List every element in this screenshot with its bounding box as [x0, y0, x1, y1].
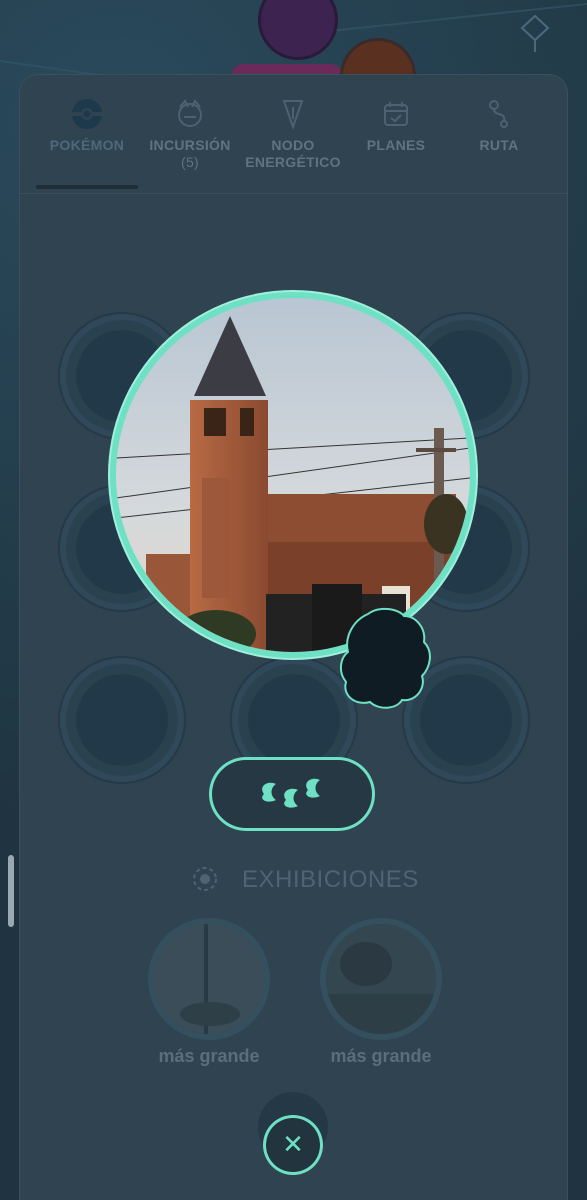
showcase-label: más grande	[158, 1046, 260, 1066]
exhibitions-heading: EXHIBICIONES	[190, 862, 420, 896]
showcase-photo	[154, 924, 264, 1034]
tab-bar: POKÉMON INCURSIÓN (5) NODO ENERGÉTICO PL…	[20, 75, 567, 194]
nearby-stop[interactable]	[66, 664, 178, 776]
showcase-item[interactable]	[326, 924, 436, 1034]
exhibitions-title: EXHIBICIONES	[242, 866, 419, 893]
church-photo	[116, 298, 470, 652]
footprints-icon	[262, 778, 320, 808]
steps-to-egg-button[interactable]	[212, 760, 372, 828]
route-icon	[489, 100, 508, 128]
tab-nodo-energetico[interactable]: NODO ENERGÉTICO	[238, 97, 348, 171]
tab-label: RUTA	[479, 137, 519, 153]
pokemon-silhouette	[340, 608, 431, 709]
tab-label: PLANES	[366, 137, 426, 153]
power-spot-icon	[282, 100, 304, 131]
tab-label: NODO	[271, 137, 315, 153]
pokeball-icon	[72, 99, 102, 129]
close-button[interactable]: ✕	[266, 1118, 320, 1172]
tab-sublabel: (5)	[180, 154, 199, 170]
tab-pokemon[interactable]: POKÉMON	[32, 97, 142, 154]
showcase-icon	[193, 867, 217, 891]
showcase-item[interactable]	[154, 924, 264, 1034]
tab-label: POKÉMON	[49, 137, 125, 153]
showcase-photo	[326, 924, 436, 1034]
scroll-handle[interactable]	[8, 855, 14, 927]
tab-sublabel: ENERGÉTICO	[245, 154, 341, 170]
highlighted-stop-photo[interactable]	[110, 292, 476, 658]
raid-boss-icon	[178, 99, 202, 127]
tab-ruta[interactable]: RUTA	[444, 97, 554, 154]
showcase-label: más grande	[330, 1046, 432, 1066]
tab-incursion[interactable]: INCURSIÓN (5)	[135, 97, 245, 171]
active-tab-indicator	[36, 185, 138, 189]
tab-planes[interactable]: PLANES	[341, 97, 451, 154]
calendar-icon	[384, 102, 408, 126]
kite-icon	[520, 14, 550, 52]
tab-label: INCURSIÓN	[149, 137, 231, 153]
